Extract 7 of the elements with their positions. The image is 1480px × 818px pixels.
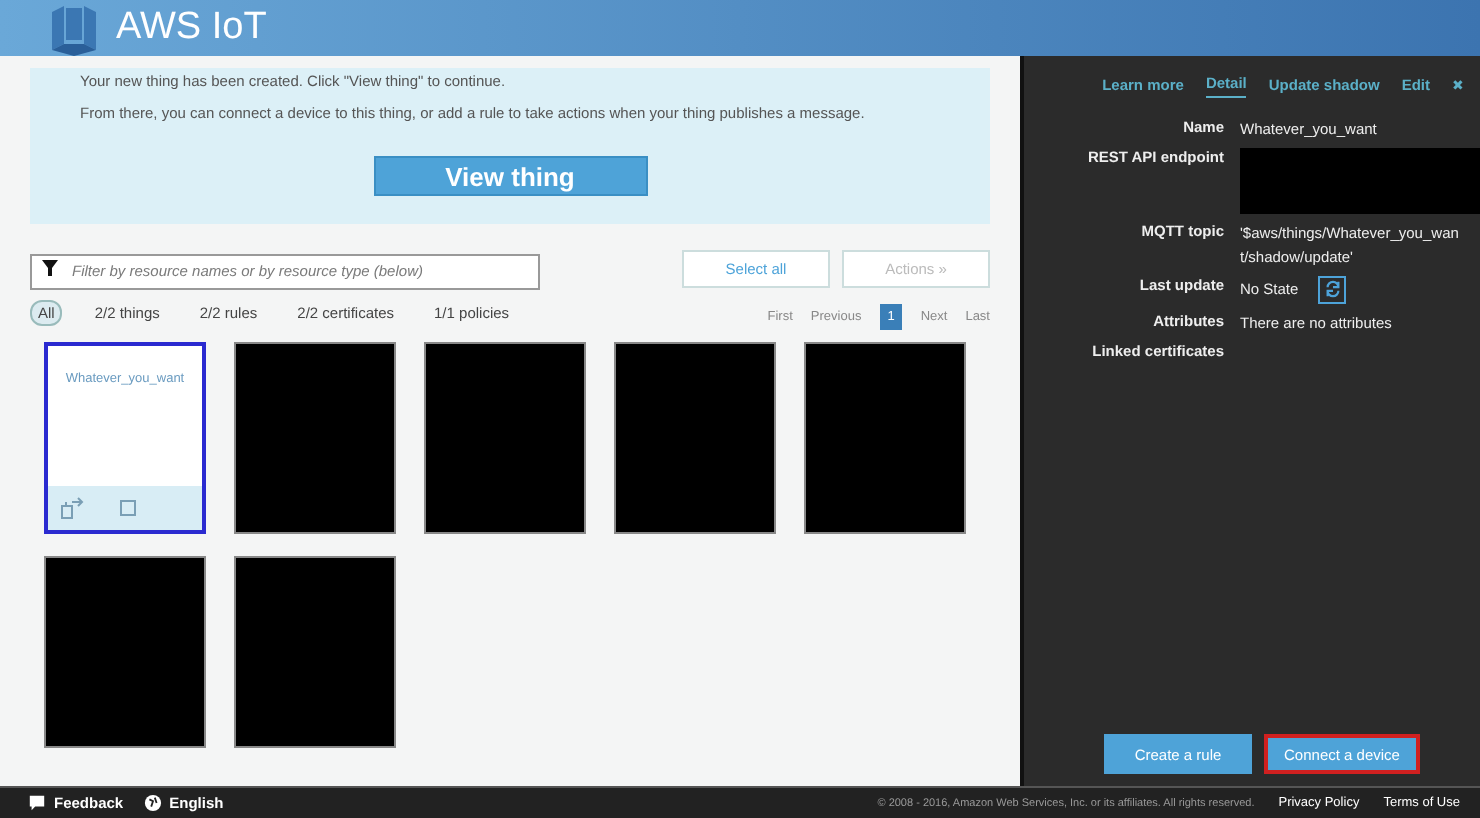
app-title: AWS IoT	[116, 6, 267, 50]
cubes-logo-icon	[48, 0, 100, 56]
speech-bubble-icon	[28, 794, 46, 812]
connected-devices-icon	[60, 496, 84, 520]
checkbox-icon[interactable]	[120, 500, 136, 516]
refresh-icon[interactable]	[1318, 275, 1347, 304]
globe-icon	[143, 794, 162, 812]
